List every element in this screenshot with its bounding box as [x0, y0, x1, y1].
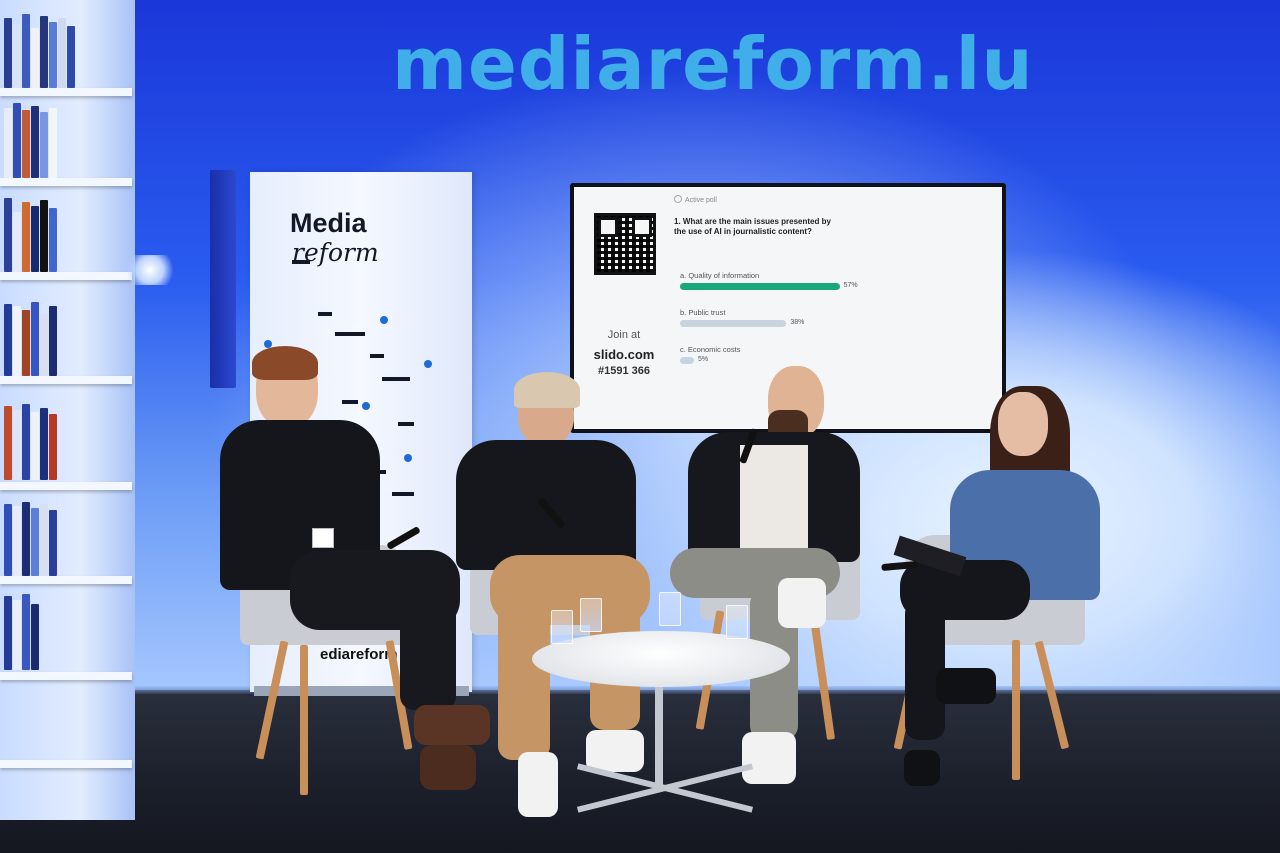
banner-dash — [382, 377, 410, 381]
shelf-board — [0, 178, 132, 186]
water-glass — [726, 605, 748, 639]
water-glass — [551, 610, 573, 644]
poll-option-percent: 5% — [698, 356, 709, 363]
poll-option-track: 38% — [680, 319, 960, 327]
poll-option-track: 57% — [680, 282, 960, 290]
book-row — [4, 98, 57, 178]
poll-option-bar — [680, 357, 694, 364]
banner-dot — [380, 316, 388, 324]
poll-option-bar — [680, 283, 840, 290]
banner-logo-line1: Media — [290, 208, 367, 238]
poll-option-percent: 57% — [843, 282, 858, 289]
banner-dash — [370, 354, 384, 358]
banner-dash — [292, 260, 310, 264]
poll-option-label: a. Quality of information — [680, 271, 760, 280]
banner-dash — [398, 422, 414, 426]
join-site: slido.com — [593, 347, 655, 362]
banner-dash — [318, 312, 332, 316]
banner-dash — [335, 332, 365, 336]
poll-status: Active poll — [674, 195, 717, 204]
poll-question: 1. What are the main issues presented by… — [674, 217, 831, 236]
shelf-board — [0, 672, 132, 680]
book-row — [4, 496, 57, 576]
water-glass — [580, 598, 602, 632]
poll-option: c. Economic costs 5% — [680, 345, 980, 364]
backdrop-title: mediareform.lu — [392, 22, 1034, 106]
chair-leg — [1012, 640, 1020, 780]
book-row — [4, 192, 57, 272]
book-row — [4, 8, 75, 88]
water-glass — [659, 592, 681, 626]
banner-dash — [342, 400, 358, 404]
panel-discussion-photo: mediareform.lu Media reform ediareform J… — [0, 0, 1280, 853]
wall-lamp — [120, 255, 174, 285]
chair-leg — [300, 645, 308, 795]
banner-dash — [400, 492, 414, 496]
shelf-board — [0, 272, 132, 280]
banner-dot — [404, 454, 412, 462]
shelf-board — [0, 576, 132, 584]
bookshelf — [0, 0, 135, 820]
book-row — [4, 296, 57, 376]
wall-speaker — [210, 170, 236, 388]
banner-dot — [424, 360, 432, 368]
table-pole — [655, 680, 663, 790]
book-row — [4, 400, 57, 480]
poll-option-percent: 38% — [790, 319, 805, 326]
banner-dot — [362, 402, 370, 410]
poll-option-bar — [680, 320, 787, 327]
poll-option: a. Quality of information 57% — [680, 271, 980, 290]
shelf-board — [0, 482, 132, 490]
poll-option-track: 5% — [680, 356, 960, 364]
join-code: #1591 366 — [598, 365, 650, 377]
shelf-board — [0, 760, 132, 768]
poll-option-label: b. Public trust — [680, 308, 726, 317]
join-label: Join at — [607, 329, 641, 341]
qr-code-icon — [594, 213, 656, 275]
shelf-board — [0, 376, 132, 384]
poll-option-label: c. Economic costs — [680, 345, 741, 354]
join-panel: Join at slido.com #1591 366 — [574, 187, 674, 429]
stage-floor — [0, 690, 1280, 853]
shelf-board — [0, 88, 132, 96]
book-row — [4, 590, 39, 670]
banner-dash — [392, 492, 400, 496]
poll-option: b. Public trust 38% — [680, 308, 980, 327]
